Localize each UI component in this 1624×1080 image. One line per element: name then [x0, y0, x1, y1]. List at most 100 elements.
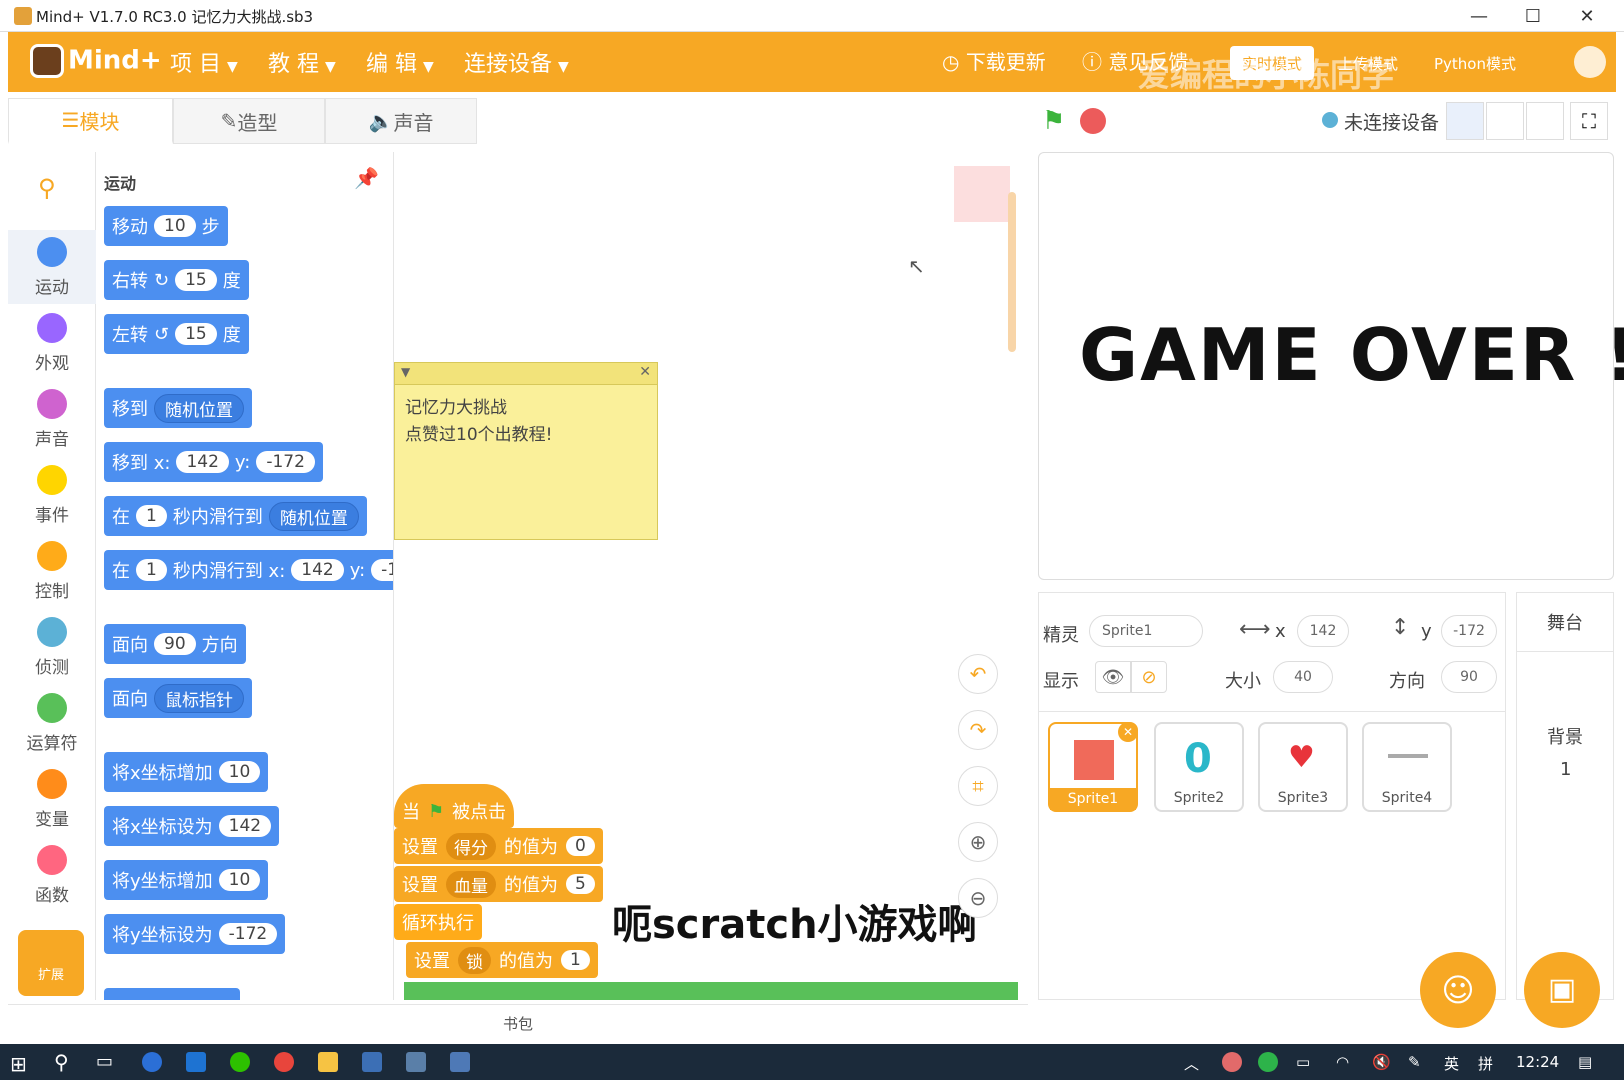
block-partial[interactable] [104, 988, 240, 1000]
volume-icon[interactable]: 🔇 [1372, 1053, 1391, 1071]
block-glide-xy[interactable]: 在1秒内滑行到 x:142y:-1 [104, 550, 393, 590]
search-icon[interactable]: ⚲ [38, 174, 56, 202]
layout-normal-stage-button[interactable] [1486, 102, 1524, 140]
category-operators[interactable]: 运算符 [8, 686, 96, 760]
zoom-in-icon[interactable]: ⊕ [958, 822, 998, 862]
x-field[interactable]: 142 [1297, 615, 1349, 647]
size-field[interactable]: 40 [1273, 661, 1333, 693]
task-view-icon[interactable]: ▭ [96, 1051, 113, 1072]
green-flag-icon[interactable]: ⚑ [1042, 106, 1070, 136]
stop-icon[interactable] [1080, 108, 1106, 134]
download-update-button[interactable]: ◷ 下载更新 [942, 46, 1046, 75]
direction-field[interactable]: 90 [1441, 661, 1497, 693]
tray-app-icon[interactable] [1258, 1052, 1278, 1072]
pen-icon[interactable]: ✎ [1408, 1053, 1421, 1071]
ime-mode[interactable]: 拼 [1478, 1053, 1493, 1074]
close-icon[interactable]: ✕ [639, 364, 651, 380]
y-field[interactable]: -172 [1441, 615, 1497, 647]
sprite-thumb-4[interactable]: Sprite4 [1362, 722, 1452, 812]
backpack-bar[interactable]: 书包 [8, 1004, 1028, 1042]
app-icon[interactable] [362, 1052, 382, 1072]
block-when-flag-clicked[interactable]: 当 ⚑ 被点击 [394, 784, 515, 828]
app-icon[interactable] [142, 1052, 162, 1072]
layout-large-stage-button[interactable] [1526, 102, 1564, 140]
wechat-icon[interactable] [230, 1052, 250, 1072]
category-functions[interactable]: 函数 [8, 838, 96, 912]
menu-connect-device[interactable]: 连接设备 ▼ [464, 46, 569, 78]
menu-project[interactable]: 项 目 ▼ [170, 46, 238, 78]
category-looks[interactable]: 外观 [8, 306, 96, 380]
file-explorer-icon[interactable] [318, 1052, 338, 1072]
device-status-text[interactable]: 未连接设备 [1344, 108, 1439, 135]
search-icon[interactable]: ⚲ [54, 1050, 69, 1074]
note-header[interactable]: ▼ ✕ [395, 363, 657, 385]
app-icon[interactable] [450, 1052, 470, 1072]
wifi-icon[interactable]: ◠ [1336, 1053, 1349, 1071]
block-turn-left[interactable]: 左转 ↺ 15 度 [104, 314, 249, 354]
category-sensing[interactable]: 侦测 [8, 610, 96, 684]
menu-tutorial[interactable]: 教 程 ▼ [268, 46, 336, 78]
sprite-thumb-3[interactable]: ♥ Sprite3 [1258, 722, 1348, 812]
block-set-lock[interactable]: 设置锁的值为 1 [406, 942, 598, 978]
category-events[interactable]: 事件 [8, 458, 96, 532]
crop-icon[interactable]: ⌗ [958, 766, 998, 806]
tab-blocks[interactable]: ☰ 模块 [8, 98, 173, 144]
sprite-thumb-1[interactable]: ✕ Sprite1 [1048, 722, 1138, 812]
delete-sprite-icon[interactable]: ✕ [1118, 722, 1138, 742]
maximize-button[interactable]: ☐ [1510, 0, 1556, 32]
block-point-towards[interactable]: 面向 鼠标指针 [104, 678, 252, 718]
block-set-y[interactable]: 将y坐标设为 -172 [104, 914, 286, 954]
clock[interactable]: 12:24 [1516, 1053, 1559, 1071]
close-button[interactable]: ✕ [1564, 0, 1610, 32]
notifications-icon[interactable]: ▤ [1578, 1053, 1592, 1071]
block-set-hp[interactable]: 设置 血量 的值为 5 [394, 866, 603, 902]
block-forever[interactable]: 循环执行 [394, 904, 482, 940]
workspace-scrollbar[interactable] [1008, 192, 1016, 352]
block-set-x[interactable]: 将x坐标设为 142 [104, 806, 280, 846]
tray-app-icon[interactable] [1222, 1052, 1242, 1072]
menu-edit[interactable]: 编 辑 ▼ [366, 46, 434, 78]
hide-eye-icon[interactable]: ⊘ [1131, 661, 1167, 693]
windows-start-icon[interactable]: ⊞ [10, 1052, 27, 1076]
add-backdrop-button[interactable]: ▣ [1524, 952, 1600, 1028]
app-icon[interactable] [406, 1052, 426, 1072]
block-set-score[interactable]: 设置 得分 的值为 0 [394, 828, 603, 864]
tab-costumes[interactable]: ✎ 造型 [173, 98, 325, 144]
block-goto-xy[interactable]: 移到 x: 142 y: -172 [104, 442, 323, 482]
block-move-steps[interactable]: 移动 10 步 [104, 206, 228, 246]
undo-icon[interactable]: ↶ [958, 654, 998, 694]
block-point-direction[interactable]: 面向 90 方向 [104, 624, 246, 664]
chrome-icon[interactable] [274, 1052, 294, 1072]
block-partial-green[interactable] [404, 982, 1018, 1000]
settings-gear-icon[interactable] [1574, 46, 1606, 78]
extension-button[interactable]: 扩展 [18, 930, 84, 996]
minimize-button[interactable]: — [1456, 0, 1502, 32]
stage-panel[interactable]: 舞台 背景 1 [1516, 592, 1614, 1000]
tray-expand-icon[interactable]: ︿ [1184, 1053, 1199, 1074]
category-control[interactable]: 控制 [8, 534, 96, 608]
category-variables[interactable]: 变量 [8, 762, 96, 836]
comment-note[interactable]: ▼ ✕ 记忆力大挑战 点赞过10个出教程! [394, 362, 658, 540]
redo-icon[interactable]: ↷ [958, 710, 998, 750]
block-goto[interactable]: 移到 随机位置 [104, 388, 252, 428]
code-workspace[interactable]: ↖ 当 ⚑ 被点击 设置 得分 的值为 0 设置 血量 的值为 5 循环执行 设置锁的值为 1 呃… [394, 152, 1028, 1000]
block-change-x[interactable]: 将x坐标增加 10 [104, 752, 269, 792]
battery-icon[interactable]: ▭ [1296, 1053, 1310, 1071]
zoom-out-icon[interactable]: ⊖ [958, 878, 998, 918]
stage-canvas[interactable]: GAME OVER ! [1038, 152, 1624, 580]
edge-icon[interactable] [186, 1052, 206, 1072]
ime-language[interactable]: 英 [1444, 1053, 1459, 1074]
fullscreen-icon[interactable]: ⛶ [1570, 102, 1608, 140]
layout-small-stage-button[interactable] [1446, 102, 1484, 140]
category-motion[interactable]: 运动 [8, 230, 96, 304]
show-eye-icon[interactable]: 👁 [1095, 661, 1131, 693]
python-mode-button[interactable]: Python模式 [1422, 46, 1528, 80]
add-sprite-button[interactable]: ☺ [1420, 952, 1496, 1028]
mindplus-logo[interactable]: Mind+ [30, 44, 162, 78]
category-sound[interactable]: 声音 [8, 382, 96, 456]
block-glide[interactable]: 在 1 秒内滑行到 随机位置 [104, 496, 367, 536]
block-turn-right[interactable]: 右转 ↻ 15 度 [104, 260, 249, 300]
block-change-y[interactable]: 将y坐标增加 10 [104, 860, 269, 900]
collapse-icon[interactable]: ▼ [401, 365, 410, 379]
sprite-thumb-2[interactable]: 0 Sprite2 [1154, 722, 1244, 812]
